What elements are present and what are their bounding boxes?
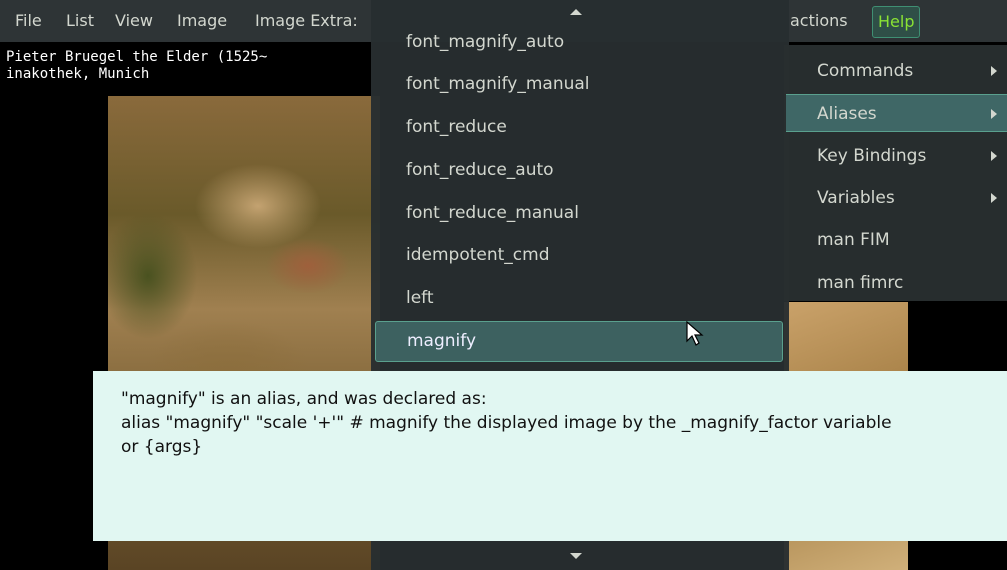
tooltip-line-2: alias "magnify" "scale '+'" # magnify th… bbox=[121, 413, 892, 433]
submenu-arrow-icon bbox=[991, 193, 997, 203]
tooltip-line-3: or {args} bbox=[121, 437, 203, 457]
alias-item[interactable]: font_reduce_manual bbox=[375, 194, 783, 232]
help-item-label: man fimrc bbox=[817, 273, 904, 293]
alias-item[interactable]: font_reduce_auto bbox=[375, 151, 783, 189]
caption-line-1: Pieter Bruegel the Elder (1525~ bbox=[6, 49, 268, 65]
alias-item[interactable]: font_reduce bbox=[375, 108, 783, 146]
menu-actions[interactable]: actions bbox=[789, 9, 849, 33]
menu-list[interactable]: List bbox=[65, 9, 95, 33]
image-caption: Pieter Bruegel the Elder (1525~ inakothe… bbox=[6, 49, 267, 83]
help-item-man-fimrc[interactable]: man fimrc bbox=[786, 264, 1007, 302]
menu-file[interactable]: File bbox=[14, 9, 43, 33]
menu-image-extras[interactable]: Image Extra: bbox=[254, 9, 359, 33]
help-item-key-bindings[interactable]: Key Bindings bbox=[786, 137, 1007, 175]
submenu-arrow-icon bbox=[991, 109, 997, 119]
alias-item[interactable]: left bbox=[375, 279, 783, 317]
submenu-arrow-icon bbox=[991, 66, 997, 76]
mouse-pointer-icon bbox=[686, 321, 704, 346]
alias-tooltip: "magnify" is an alias, and was declared … bbox=[93, 371, 1007, 541]
help-item-label: Key Bindings bbox=[817, 146, 927, 166]
help-item-aliases[interactable]: Aliases bbox=[786, 94, 1007, 132]
help-item-variables[interactable]: Variables bbox=[786, 179, 1007, 217]
alias-item[interactable]: font_magnify_manual bbox=[375, 65, 783, 103]
alias-item-magnify[interactable]: magnify bbox=[375, 321, 783, 362]
tooltip-line-1: "magnify" is an alias, and was declared … bbox=[121, 389, 487, 409]
help-item-label: Variables bbox=[817, 188, 895, 208]
scroll-up-arrow-icon[interactable] bbox=[570, 9, 582, 15]
menu-view[interactable]: View bbox=[114, 9, 154, 33]
help-item-label: Commands bbox=[817, 61, 914, 81]
help-item-label: Aliases bbox=[817, 104, 877, 124]
alias-item[interactable]: font_magnify_auto bbox=[375, 23, 783, 61]
scroll-down-arrow-icon[interactable] bbox=[570, 553, 582, 559]
help-item-commands[interactable]: Commands bbox=[786, 52, 1007, 90]
caption-line-2: inakothek, Munich bbox=[6, 66, 150, 82]
submenu-arrow-icon bbox=[991, 151, 997, 161]
help-item-label: man FIM bbox=[817, 230, 890, 250]
menu-help[interactable]: Help bbox=[872, 6, 921, 38]
help-item-man-fim[interactable]: man FIM bbox=[786, 221, 1007, 259]
menu-image[interactable]: Image bbox=[176, 9, 228, 33]
alias-item[interactable]: idempotent_cmd bbox=[375, 236, 783, 274]
